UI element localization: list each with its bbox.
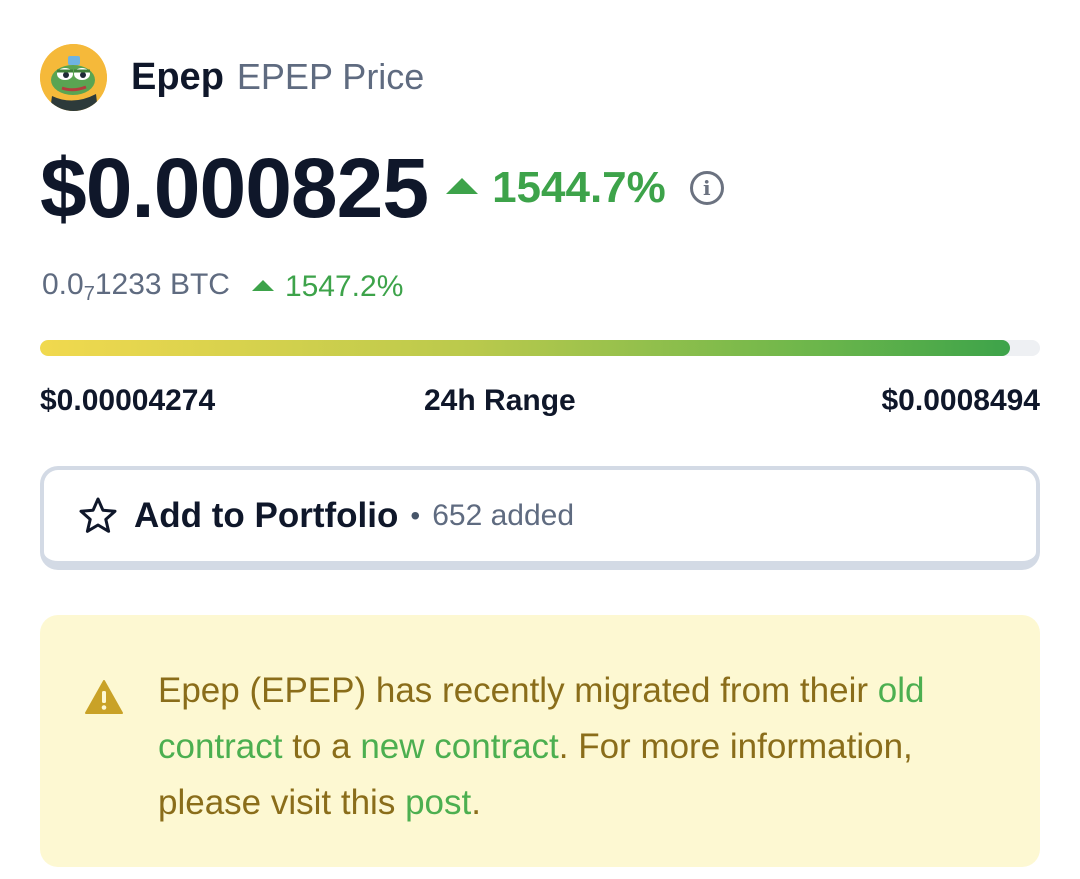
btc-price-digits: 1233 <box>94 268 162 301</box>
range-low: $0.00004274 <box>40 384 216 417</box>
btc-unit: BTC <box>169 268 230 301</box>
separator-dot: • <box>410 499 421 531</box>
add-to-portfolio-label: Add to Portfolio <box>134 495 399 535</box>
price-row: $0.000825 1544.7% i <box>40 140 724 236</box>
current-price: $0.000825 <box>40 140 429 235</box>
up-arrow-icon <box>446 178 479 194</box>
warning-icon <box>85 680 123 714</box>
up-arrow-icon <box>251 279 274 291</box>
range-high: $0.0008494 <box>881 384 1041 417</box>
star-icon <box>79 497 117 533</box>
post-link[interactable]: post <box>405 783 471 822</box>
btc-price-prefix: 0.0 <box>42 268 84 301</box>
coin-price-subtitle: EPEP Price <box>236 56 425 97</box>
portfolio-added-count: 652 added <box>432 498 575 532</box>
migration-notice: Epep (EPEP) has recently migrated from t… <box>40 615 1040 867</box>
btc-price-zero-count: 7 <box>83 283 95 305</box>
range-bar-fill <box>40 340 1010 356</box>
migration-notice-text: Epep (EPEP) has recently migrated from t… <box>158 663 1008 831</box>
btc-change-badge: 1547.2% <box>251 270 404 304</box>
add-to-portfolio-button[interactable]: Add to Portfolio • 652 added <box>40 466 1040 570</box>
coin-header: Epep EPEP Price <box>40 43 424 111</box>
notice-text-4: . <box>471 783 481 822</box>
btc-change-percent: 1547.2% <box>284 270 404 303</box>
range-bar-track <box>40 340 1040 356</box>
range-title: 24h Range <box>424 384 576 417</box>
btc-price: 0.071233 BTC <box>42 268 230 306</box>
btc-price-row: 0.071233 BTC 1547.2% <box>42 264 403 310</box>
notice-text-1: Epep (EPEP) has recently migrated from t… <box>158 671 878 710</box>
price-change-badge: 1544.7% <box>446 163 666 213</box>
pepe-frog-logo-icon <box>40 43 107 111</box>
new-contract-link[interactable]: new contract <box>360 727 558 766</box>
notice-text-2: to a <box>282 727 361 766</box>
coin-name: Epep <box>131 55 224 98</box>
price-change-percent: 1544.7% <box>492 163 666 212</box>
info-icon[interactable]: i <box>689 171 724 205</box>
